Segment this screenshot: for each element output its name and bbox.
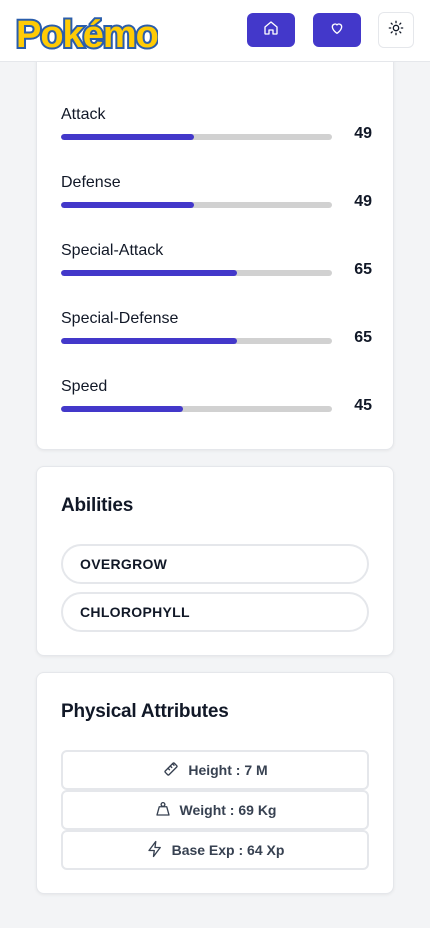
favorites-button[interactable] xyxy=(313,13,361,47)
home-button[interactable] xyxy=(247,13,295,47)
ability-chip[interactable]: OVERGROW xyxy=(61,544,369,584)
bolt-icon xyxy=(146,840,164,861)
pokemon-logo[interactable]: Pokémon xyxy=(14,4,183,58)
abilities-card: Abilities OVERGROW CHLOROPHYLL xyxy=(36,466,394,656)
base-exp-text: Base Exp : 64 Xp xyxy=(171,842,285,858)
height-text: Height : 7 M xyxy=(188,762,268,778)
physical-attributes-card: Physical Attributes Height : 7 M Weight … xyxy=(36,672,394,894)
base-exp-attribute: Base Exp : 64 Xp xyxy=(61,830,369,870)
stat-value: 65 xyxy=(354,261,372,278)
top-navbar: Pokémon xyxy=(0,0,430,62)
stat-value: 65 xyxy=(354,329,372,346)
weight-attribute: Weight : 69 Kg xyxy=(61,790,369,830)
stat-label: Special-Attack xyxy=(61,242,164,259)
stat-fill xyxy=(61,202,194,208)
ability-chip[interactable]: CHLOROPHYLL xyxy=(61,592,369,632)
stat-fill xyxy=(61,338,238,344)
stat-label: Speed xyxy=(61,378,108,395)
stat-value: 45 xyxy=(354,397,372,414)
theme-toggle-button[interactable] xyxy=(378,12,414,48)
stat-bar xyxy=(61,406,332,412)
stat-bar xyxy=(61,134,332,140)
sun-icon xyxy=(388,20,404,41)
stat-label: Attack xyxy=(61,106,106,123)
abilities-title: Abilities xyxy=(61,495,134,516)
home-icon xyxy=(263,20,279,41)
stat-fill xyxy=(61,406,183,412)
stat-fill xyxy=(61,134,194,140)
stat-bar xyxy=(61,338,332,344)
stat-value: 49 xyxy=(354,193,372,210)
stat-label: Special-Defense xyxy=(61,310,179,327)
ruler-icon xyxy=(162,760,180,781)
weight-text: Weight : 69 Kg xyxy=(179,802,277,818)
stat-fill xyxy=(61,270,238,276)
stat-bar xyxy=(61,270,332,276)
stat-label: Defense xyxy=(61,174,121,191)
stat-bar xyxy=(61,202,332,208)
height-attribute: Height : 7 M xyxy=(61,750,369,790)
stats-card: 45 Attack 49 Defense 49 Special-Attack 6… xyxy=(36,0,394,450)
heart-icon xyxy=(329,20,345,41)
stat-value: 49 xyxy=(354,125,372,142)
logo-text: Pokémon xyxy=(16,14,158,56)
weight-icon xyxy=(154,800,172,821)
physical-attributes-title: Physical Attributes xyxy=(61,701,229,722)
